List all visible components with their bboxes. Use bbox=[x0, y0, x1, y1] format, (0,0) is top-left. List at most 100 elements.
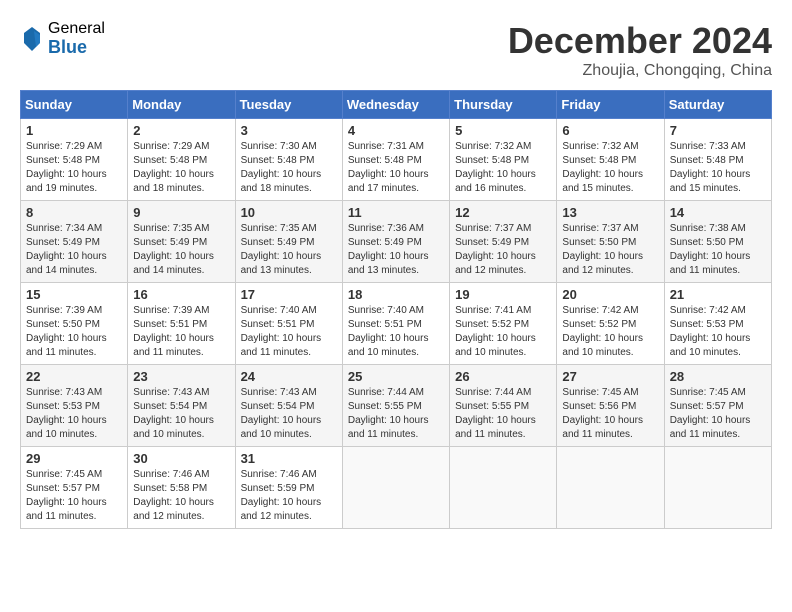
sunrise-label: Sunrise: 7:34 AM bbox=[26, 223, 102, 234]
sunset-label: Sunset: 5:48 PM bbox=[26, 155, 100, 166]
weekday-header-thursday: Thursday bbox=[450, 91, 557, 119]
sunset-label: Sunset: 5:57 PM bbox=[670, 401, 744, 412]
day-info: Sunrise: 7:35 AM Sunset: 5:49 PM Dayligh… bbox=[241, 222, 337, 278]
day-number: 24 bbox=[241, 369, 337, 384]
calendar-cell: 24 Sunrise: 7:43 AM Sunset: 5:54 PM Dayl… bbox=[235, 365, 342, 447]
day-info: Sunrise: 7:43 AM Sunset: 5:54 PM Dayligh… bbox=[133, 386, 229, 442]
calendar-week-5: 29 Sunrise: 7:45 AM Sunset: 5:57 PM Dayl… bbox=[21, 447, 772, 529]
daylight-label: Daylight: 10 hours and 17 minutes. bbox=[348, 169, 429, 194]
calendar-cell: 30 Sunrise: 7:46 AM Sunset: 5:58 PM Dayl… bbox=[128, 447, 235, 529]
sunrise-label: Sunrise: 7:29 AM bbox=[26, 141, 102, 152]
sunset-label: Sunset: 5:55 PM bbox=[348, 401, 422, 412]
sunset-label: Sunset: 5:50 PM bbox=[670, 237, 744, 248]
daylight-label: Daylight: 10 hours and 14 minutes. bbox=[26, 251, 107, 276]
daylight-label: Daylight: 10 hours and 15 minutes. bbox=[670, 169, 751, 194]
calendar-cell: 18 Sunrise: 7:40 AM Sunset: 5:51 PM Dayl… bbox=[342, 283, 449, 365]
sunrise-label: Sunrise: 7:30 AM bbox=[241, 141, 317, 152]
sunset-label: Sunset: 5:48 PM bbox=[670, 155, 744, 166]
day-number: 23 bbox=[133, 369, 229, 384]
month-title: December 2024 bbox=[508, 20, 772, 62]
sunrise-label: Sunrise: 7:41 AM bbox=[455, 305, 531, 316]
day-info: Sunrise: 7:39 AM Sunset: 5:51 PM Dayligh… bbox=[133, 304, 229, 360]
sunset-label: Sunset: 5:52 PM bbox=[562, 319, 636, 330]
calendar-cell bbox=[664, 447, 771, 529]
sunset-label: Sunset: 5:53 PM bbox=[670, 319, 744, 330]
day-number: 21 bbox=[670, 287, 766, 302]
day-number: 9 bbox=[133, 205, 229, 220]
daylight-label: Daylight: 10 hours and 10 minutes. bbox=[670, 333, 751, 358]
day-number: 17 bbox=[241, 287, 337, 302]
day-number: 14 bbox=[670, 205, 766, 220]
sunrise-label: Sunrise: 7:36 AM bbox=[348, 223, 424, 234]
calendar-cell: 6 Sunrise: 7:32 AM Sunset: 5:48 PM Dayli… bbox=[557, 119, 664, 201]
sunset-label: Sunset: 5:58 PM bbox=[133, 483, 207, 494]
daylight-label: Daylight: 10 hours and 13 minutes. bbox=[241, 251, 322, 276]
sunrise-label: Sunrise: 7:43 AM bbox=[241, 387, 317, 398]
weekday-header-sunday: Sunday bbox=[21, 91, 128, 119]
sunset-label: Sunset: 5:48 PM bbox=[133, 155, 207, 166]
daylight-label: Daylight: 10 hours and 13 minutes. bbox=[348, 251, 429, 276]
day-number: 26 bbox=[455, 369, 551, 384]
weekday-header-monday: Monday bbox=[128, 91, 235, 119]
day-info: Sunrise: 7:35 AM Sunset: 5:49 PM Dayligh… bbox=[133, 222, 229, 278]
sunrise-label: Sunrise: 7:31 AM bbox=[348, 141, 424, 152]
day-info: Sunrise: 7:36 AM Sunset: 5:49 PM Dayligh… bbox=[348, 222, 444, 278]
title-area: December 2024 Zhoujia, Chongqing, China bbox=[508, 20, 772, 80]
day-number: 13 bbox=[562, 205, 658, 220]
sunrise-label: Sunrise: 7:45 AM bbox=[26, 469, 102, 480]
sunrise-label: Sunrise: 7:37 AM bbox=[562, 223, 638, 234]
weekday-header-saturday: Saturday bbox=[664, 91, 771, 119]
day-info: Sunrise: 7:45 AM Sunset: 5:57 PM Dayligh… bbox=[26, 468, 122, 524]
calendar-cell: 27 Sunrise: 7:45 AM Sunset: 5:56 PM Dayl… bbox=[557, 365, 664, 447]
calendar-table: SundayMondayTuesdayWednesdayThursdayFrid… bbox=[20, 90, 772, 529]
calendar-cell: 25 Sunrise: 7:44 AM Sunset: 5:55 PM Dayl… bbox=[342, 365, 449, 447]
calendar-cell: 20 Sunrise: 7:42 AM Sunset: 5:52 PM Dayl… bbox=[557, 283, 664, 365]
day-info: Sunrise: 7:42 AM Sunset: 5:53 PM Dayligh… bbox=[670, 304, 766, 360]
daylight-label: Daylight: 10 hours and 10 minutes. bbox=[133, 415, 214, 440]
sunrise-label: Sunrise: 7:44 AM bbox=[348, 387, 424, 398]
day-info: Sunrise: 7:43 AM Sunset: 5:54 PM Dayligh… bbox=[241, 386, 337, 442]
calendar-cell bbox=[342, 447, 449, 529]
calendar-week-2: 8 Sunrise: 7:34 AM Sunset: 5:49 PM Dayli… bbox=[21, 201, 772, 283]
sunrise-label: Sunrise: 7:42 AM bbox=[670, 305, 746, 316]
day-info: Sunrise: 7:32 AM Sunset: 5:48 PM Dayligh… bbox=[455, 140, 551, 196]
daylight-label: Daylight: 10 hours and 14 minutes. bbox=[133, 251, 214, 276]
day-number: 5 bbox=[455, 123, 551, 138]
sunset-label: Sunset: 5:54 PM bbox=[133, 401, 207, 412]
day-info: Sunrise: 7:45 AM Sunset: 5:57 PM Dayligh… bbox=[670, 386, 766, 442]
daylight-label: Daylight: 10 hours and 11 minutes. bbox=[26, 333, 107, 358]
day-info: Sunrise: 7:46 AM Sunset: 5:58 PM Dayligh… bbox=[133, 468, 229, 524]
daylight-label: Daylight: 10 hours and 11 minutes. bbox=[670, 251, 751, 276]
calendar-cell: 11 Sunrise: 7:36 AM Sunset: 5:49 PM Dayl… bbox=[342, 201, 449, 283]
logo-blue: Blue bbox=[48, 38, 105, 58]
day-info: Sunrise: 7:46 AM Sunset: 5:59 PM Dayligh… bbox=[241, 468, 337, 524]
calendar-week-1: 1 Sunrise: 7:29 AM Sunset: 5:48 PM Dayli… bbox=[21, 119, 772, 201]
day-number: 16 bbox=[133, 287, 229, 302]
sunset-label: Sunset: 5:52 PM bbox=[455, 319, 529, 330]
sunset-label: Sunset: 5:59 PM bbox=[241, 483, 315, 494]
weekday-header-wednesday: Wednesday bbox=[342, 91, 449, 119]
sunset-label: Sunset: 5:49 PM bbox=[455, 237, 529, 248]
calendar-cell bbox=[450, 447, 557, 529]
day-number: 1 bbox=[26, 123, 122, 138]
sunrise-label: Sunrise: 7:45 AM bbox=[670, 387, 746, 398]
sunset-label: Sunset: 5:57 PM bbox=[26, 483, 100, 494]
weekday-header-row: SundayMondayTuesdayWednesdayThursdayFrid… bbox=[21, 91, 772, 119]
daylight-label: Daylight: 10 hours and 11 minutes. bbox=[455, 415, 536, 440]
sunrise-label: Sunrise: 7:32 AM bbox=[562, 141, 638, 152]
daylight-label: Daylight: 10 hours and 10 minutes. bbox=[562, 333, 643, 358]
sunrise-label: Sunrise: 7:33 AM bbox=[670, 141, 746, 152]
daylight-label: Daylight: 10 hours and 19 minutes. bbox=[26, 169, 107, 194]
calendar-cell: 28 Sunrise: 7:45 AM Sunset: 5:57 PM Dayl… bbox=[664, 365, 771, 447]
calendar-cell: 10 Sunrise: 7:35 AM Sunset: 5:49 PM Dayl… bbox=[235, 201, 342, 283]
calendar-cell: 31 Sunrise: 7:46 AM Sunset: 5:59 PM Dayl… bbox=[235, 447, 342, 529]
day-info: Sunrise: 7:42 AM Sunset: 5:52 PM Dayligh… bbox=[562, 304, 658, 360]
day-number: 7 bbox=[670, 123, 766, 138]
day-info: Sunrise: 7:33 AM Sunset: 5:48 PM Dayligh… bbox=[670, 140, 766, 196]
sunset-label: Sunset: 5:48 PM bbox=[562, 155, 636, 166]
calendar-cell: 9 Sunrise: 7:35 AM Sunset: 5:49 PM Dayli… bbox=[128, 201, 235, 283]
calendar-cell: 1 Sunrise: 7:29 AM Sunset: 5:48 PM Dayli… bbox=[21, 119, 128, 201]
day-info: Sunrise: 7:41 AM Sunset: 5:52 PM Dayligh… bbox=[455, 304, 551, 360]
daylight-label: Daylight: 10 hours and 11 minutes. bbox=[133, 333, 214, 358]
sunrise-label: Sunrise: 7:40 AM bbox=[348, 305, 424, 316]
